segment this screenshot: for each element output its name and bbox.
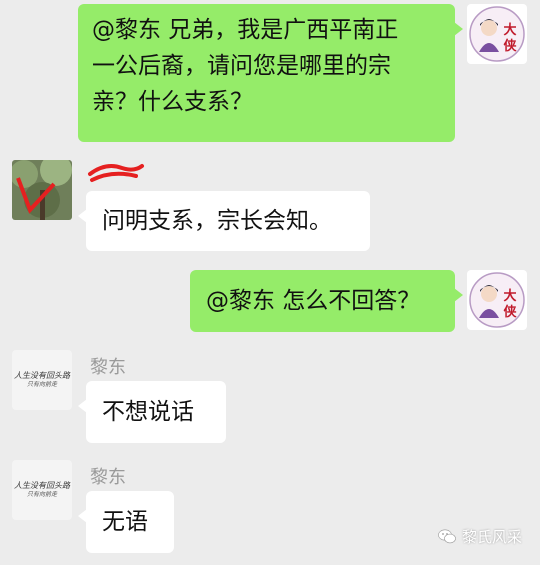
calligraphy-avatar[interactable]: 人生没有回头路 只有向前走 [12,350,72,410]
watermark-text: 黎氏风采 [461,528,522,546]
avatar-text: 人生没有回头路 [14,481,70,490]
message-line: 一公后裔，请问您是哪里的宗 [92,53,391,79]
avatar-logo-text: 大 [503,22,516,38]
message-line: 不想说话 [102,399,194,425]
message-line: 无语 [102,509,148,535]
redacted-name-scribble [88,164,144,182]
calligraphy-avatar[interactable]: 人生没有回头路 只有向前走 [12,460,72,520]
daxia-avatar[interactable]: 大 侠 [467,4,527,64]
message-bubble-right[interactable]: @黎东 兄弟，我是广西平南正 一公后裔，请问您是哪里的宗 亲？什么支系？ [78,4,463,142]
wechat-icon [438,529,456,544]
message-bubble-left[interactable]: 无语 [78,491,174,553]
sender-name: 黎东 [90,467,126,488]
message-bubble-left[interactable]: 不想说话 [78,381,226,443]
daxia-avatar[interactable]: 大 侠 [467,270,527,330]
svg-text:侠: 侠 [503,304,517,320]
message-line: @黎东 兄弟，我是广西平南正 [92,17,399,43]
svg-text:大: 大 [503,288,516,304]
sender-name: 黎东 [90,357,126,378]
avatar-text: 只有向前走 [26,381,57,388]
message-line: 问明支系，宗长会知。 [102,208,332,234]
message-line: @黎东 怎么不回答？ [206,288,421,314]
watermark: 黎氏风采 [438,526,522,547]
message-bubble-left[interactable]: 问明支系，宗长会知。 [78,191,370,251]
message-bubble-right[interactable]: @黎东 怎么不回答？ [190,270,463,332]
svg-text:侠: 侠 [503,38,517,54]
avatar-text: 只有向前走 [26,491,57,498]
tree-photo-avatar[interactable] [12,160,72,220]
message-line: 亲？什么支系？ [92,89,253,115]
avatar-text: 人生没有回头路 [14,371,70,380]
